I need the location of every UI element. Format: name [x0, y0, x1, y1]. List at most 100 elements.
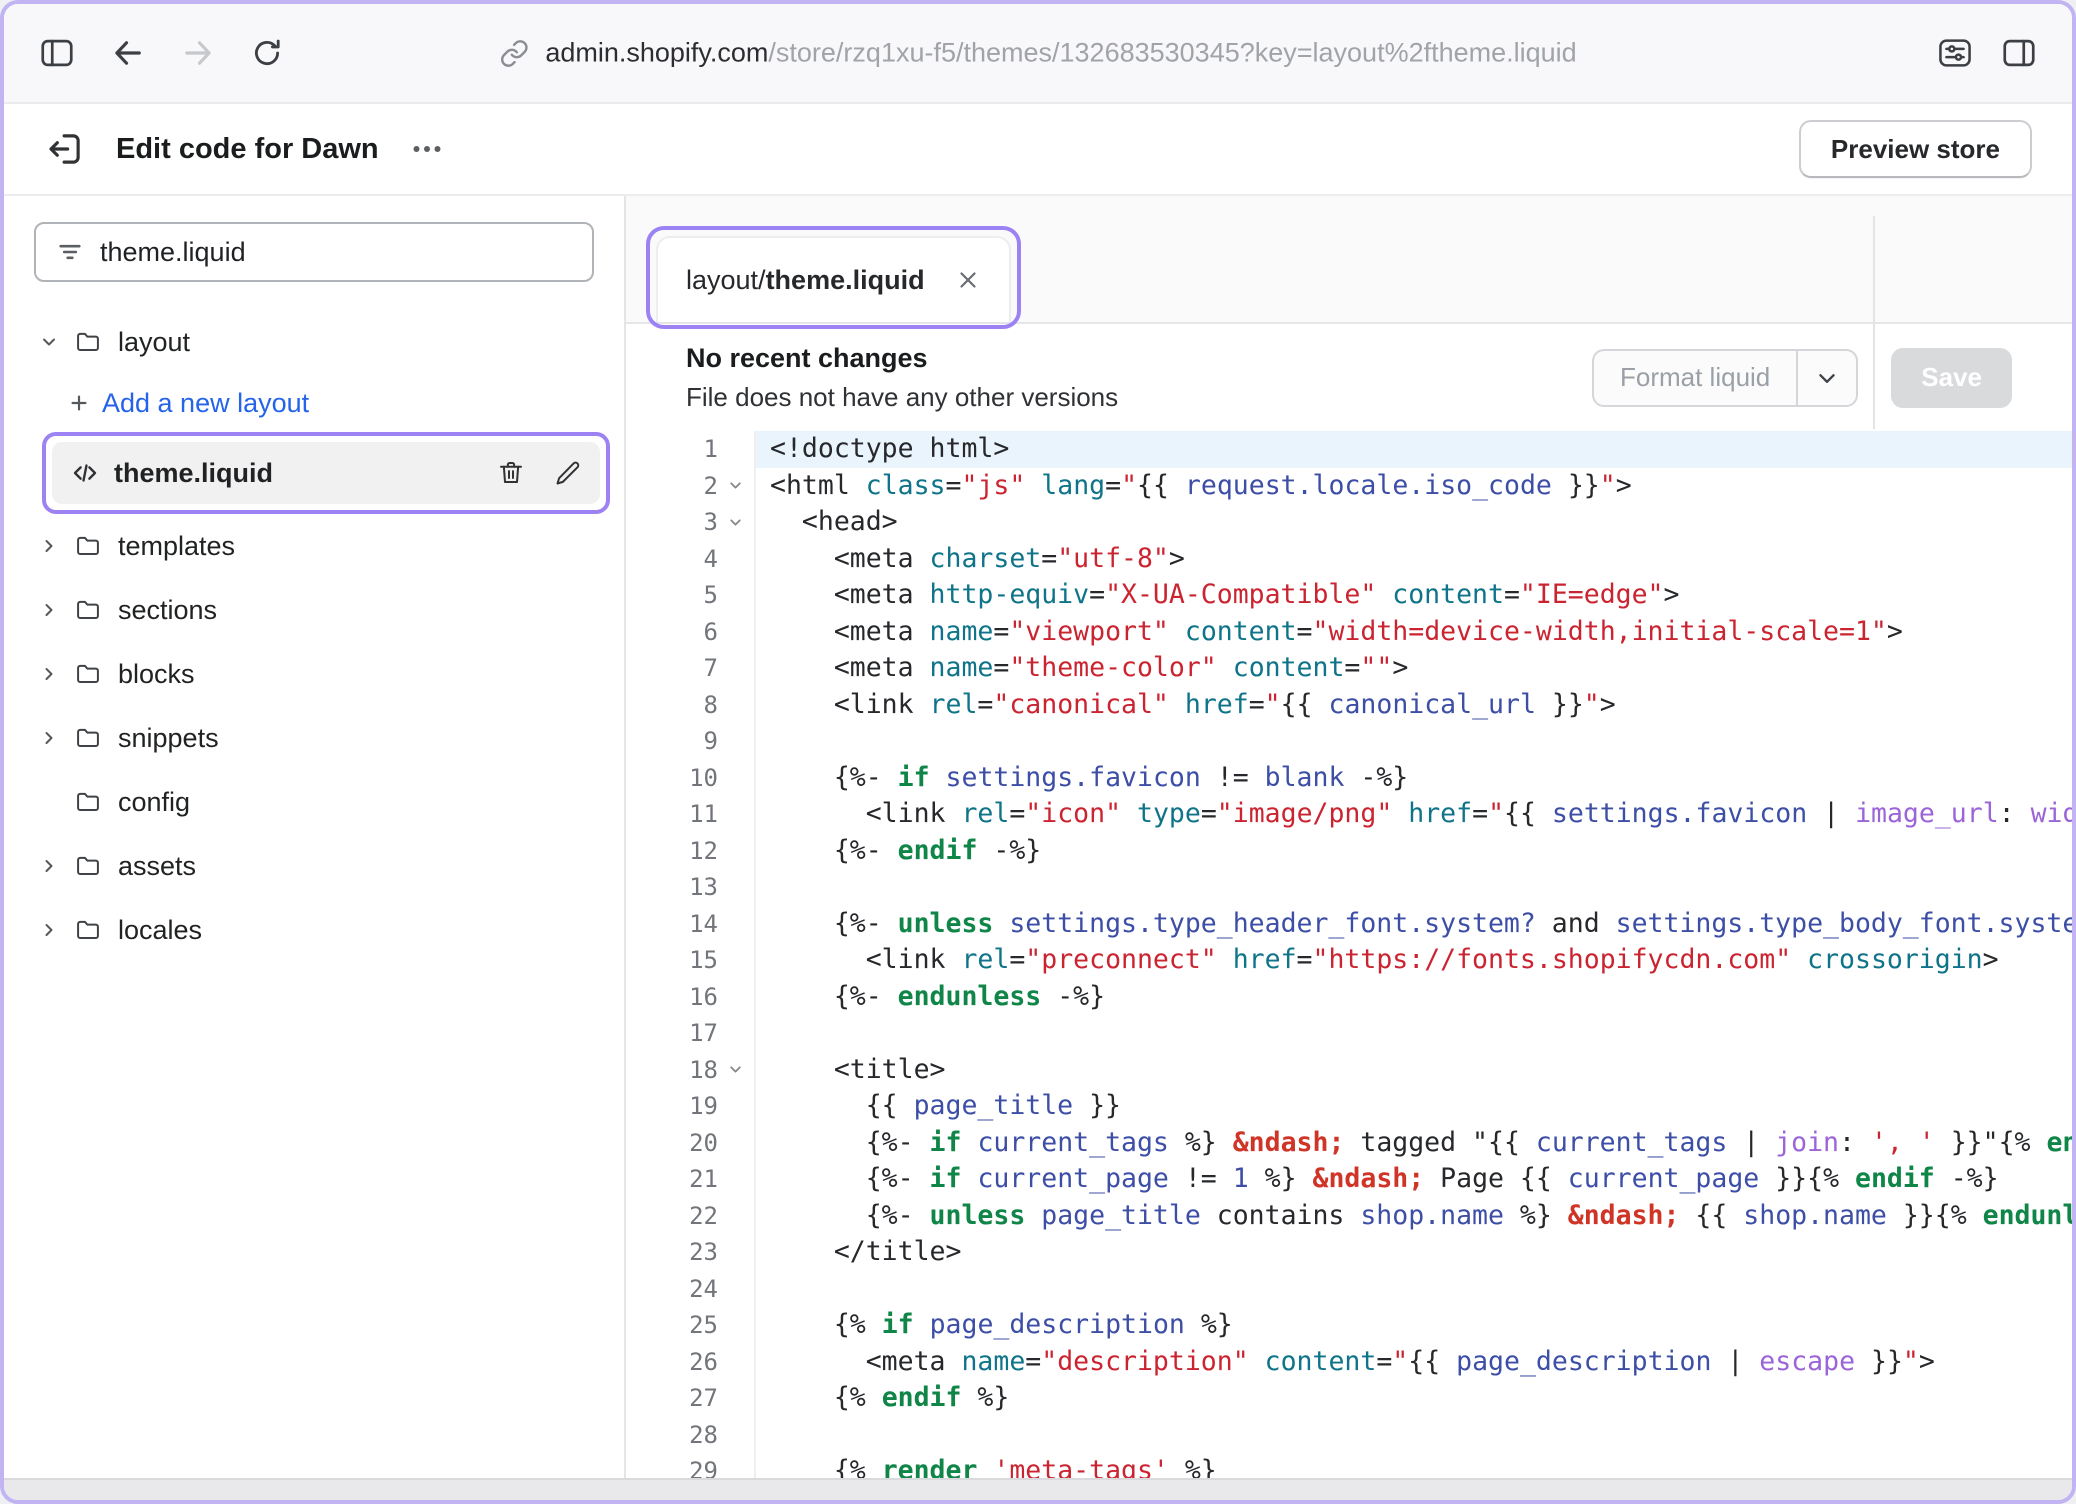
code-line-text[interactable]: {%- if current_tags %} &ndash; tagged "{…: [756, 1125, 2072, 1162]
line-number: 12: [626, 833, 756, 870]
code-line-text[interactable]: <meta charset="utf-8">: [756, 541, 2072, 578]
preview-store-button[interactable]: Preview store: [1799, 120, 2032, 178]
sidebar-item-label: blocks: [118, 659, 195, 690]
chevron-right-icon[interactable]: [38, 600, 60, 620]
fold-chevron-icon[interactable]: [718, 477, 752, 494]
search-input[interactable]: [100, 237, 572, 268]
code-line: 7 <meta name="theme-color" content="">: [626, 650, 2072, 687]
code-line-text[interactable]: [756, 1015, 2072, 1052]
save-button[interactable]: Save: [1891, 348, 2012, 408]
sidebar-item-blocks[interactable]: blocks: [4, 642, 624, 706]
close-icon[interactable]: [955, 267, 981, 293]
code-line-text[interactable]: <meta name="viewport" content="width=dev…: [756, 614, 2072, 651]
code-line-text[interactable]: <link rel="preconnect" href="https://fon…: [756, 942, 2072, 979]
sidebar-toggle-icon[interactable]: [38, 34, 76, 72]
sidebar-item-layout[interactable]: layout: [4, 310, 624, 374]
page-title: Edit code for Dawn: [116, 133, 379, 166]
sidebar-item-snippets[interactable]: snippets: [4, 706, 624, 770]
code-line-text[interactable]: {% endif %}: [756, 1380, 2072, 1417]
code-line-text[interactable]: <meta http-equiv="X-UA-Compatible" conte…: [756, 577, 2072, 614]
line-number: 18: [626, 1052, 756, 1089]
sidebar-item-label: templates: [118, 531, 235, 562]
code-line: 14 {%- unless settings.type_header_font.…: [626, 906, 2072, 943]
fold-chevron-icon[interactable]: [718, 1061, 752, 1078]
code-line-text[interactable]: <!doctype html>: [756, 431, 2072, 468]
code-line-text[interactable]: {%- unless settings.type_header_font.sys…: [756, 906, 2072, 943]
exit-icon[interactable]: [44, 128, 86, 170]
code-line-text[interactable]: {%- endunless -%}: [756, 979, 2072, 1016]
sidebar-item-config[interactable]: config: [4, 770, 624, 834]
code-line: 10 {%- if settings.favicon != blank -%}: [626, 760, 2072, 797]
line-number: 24: [626, 1271, 756, 1308]
folder-icon: [74, 788, 104, 816]
line-number: 5: [626, 577, 756, 614]
version-status: No recent changes File does not have any…: [686, 343, 1118, 413]
link-icon: [499, 38, 529, 68]
line-number: 17: [626, 1015, 756, 1052]
code-line-text[interactable]: {{ page_title }}: [756, 1088, 2072, 1125]
code-editor[interactable]: 1<!doctype html>2<html class="js" lang="…: [626, 431, 2072, 1478]
add-new-layout-button[interactable]: Add a new layout: [4, 374, 624, 432]
fold-chevron-icon[interactable]: [718, 514, 752, 531]
tab-theme-liquid[interactable]: layout/theme.liquid: [656, 236, 1011, 322]
code-line-text[interactable]: {%- if current_page != 1 %} &ndash; Page…: [756, 1161, 2072, 1198]
add-layout-label: Add a new layout: [102, 388, 309, 419]
code-line-text[interactable]: {%- unless page_title contains shop.name…: [756, 1198, 2072, 1235]
file-search[interactable]: [34, 222, 594, 282]
format-liquid-button[interactable]: Format liquid: [1592, 349, 1796, 407]
code-line-text[interactable]: <link rel="icon" type="image/png" href="…: [756, 796, 2072, 833]
code-line: 17: [626, 1015, 2072, 1052]
line-number: 11: [626, 796, 756, 833]
sidebar-item-sections[interactable]: sections: [4, 578, 624, 642]
sidebar-item-label: sections: [118, 595, 217, 626]
line-number: 27: [626, 1380, 756, 1417]
code-line-text[interactable]: [756, 869, 2072, 906]
chevron-right-icon[interactable]: [38, 728, 60, 748]
code-line: 25 {% if page_description %}: [626, 1307, 2072, 1344]
url-text: admin.shopify.com/store/rzq1xu-f5/themes…: [545, 38, 1576, 69]
chevron-right-icon[interactable]: [38, 856, 60, 876]
address-bar[interactable]: admin.shopify.com/store/rzq1xu-f5/themes…: [499, 38, 1576, 69]
pencil-icon[interactable]: [554, 459, 582, 487]
code-line-text[interactable]: {%- if settings.favicon != blank -%}: [756, 760, 2072, 797]
window-bottom-strip: [4, 1478, 2072, 1500]
code-line: 15 <link rel="preconnect" href="https://…: [626, 942, 2072, 979]
chevron-right-icon[interactable]: [38, 920, 60, 940]
chevron-right-icon[interactable]: [38, 664, 60, 684]
chevron-down-icon[interactable]: [38, 332, 60, 352]
line-number: 1: [626, 431, 756, 468]
code-line-text[interactable]: <link rel="canonical" href="{{ canonical…: [756, 687, 2072, 724]
reload-icon[interactable]: [250, 36, 284, 70]
code-line-text[interactable]: <meta name="description" content="{{ pag…: [756, 1344, 2072, 1381]
code-line-text[interactable]: [756, 723, 2072, 760]
code-line: 13: [626, 869, 2072, 906]
sidebar-item-theme-liquid-selected[interactable]: theme.liquid: [52, 442, 600, 504]
back-icon[interactable]: [110, 35, 146, 71]
sidebar-item-templates[interactable]: templates: [4, 514, 624, 578]
code-line-text[interactable]: {% if page_description %}: [756, 1307, 2072, 1344]
code-line-text[interactable]: <head>: [756, 504, 2072, 541]
code-line-text[interactable]: {% render 'meta-tags' %}: [756, 1453, 2072, 1478]
panel-right-icon[interactable]: [2000, 34, 2038, 72]
code-line: 9: [626, 723, 2072, 760]
code-line-text[interactable]: </title>: [756, 1234, 2072, 1271]
sidebar-item-assets[interactable]: assets: [4, 834, 624, 898]
chevron-right-icon[interactable]: [38, 536, 60, 556]
code-line-text[interactable]: [756, 1417, 2072, 1454]
code-line-text[interactable]: {%- endif -%}: [756, 833, 2072, 870]
sidebar-item-locales[interactable]: locales: [4, 898, 624, 962]
code-line-text[interactable]: <html class="js" lang="{{ request.locale…: [756, 468, 2072, 505]
code-line-text[interactable]: <meta name="theme-color" content="">: [756, 650, 2072, 687]
code-line-text[interactable]: <title>: [756, 1052, 2072, 1089]
line-number: 13: [626, 869, 756, 906]
tab-bar: layout/theme.liquid: [626, 196, 2072, 322]
trash-icon[interactable]: [496, 458, 526, 488]
code-line: 8 <link rel="canonical" href="{{ canonic…: [626, 687, 2072, 724]
code-line-text[interactable]: [756, 1271, 2072, 1308]
ellipsis-icon[interactable]: [409, 131, 445, 167]
sidebar-item-label: layout: [118, 327, 190, 358]
forward-icon[interactable]: [180, 35, 216, 71]
chevron-down-icon[interactable]: [1796, 349, 1858, 407]
tune-icon[interactable]: [1936, 34, 1974, 72]
line-number: 28: [626, 1417, 756, 1454]
